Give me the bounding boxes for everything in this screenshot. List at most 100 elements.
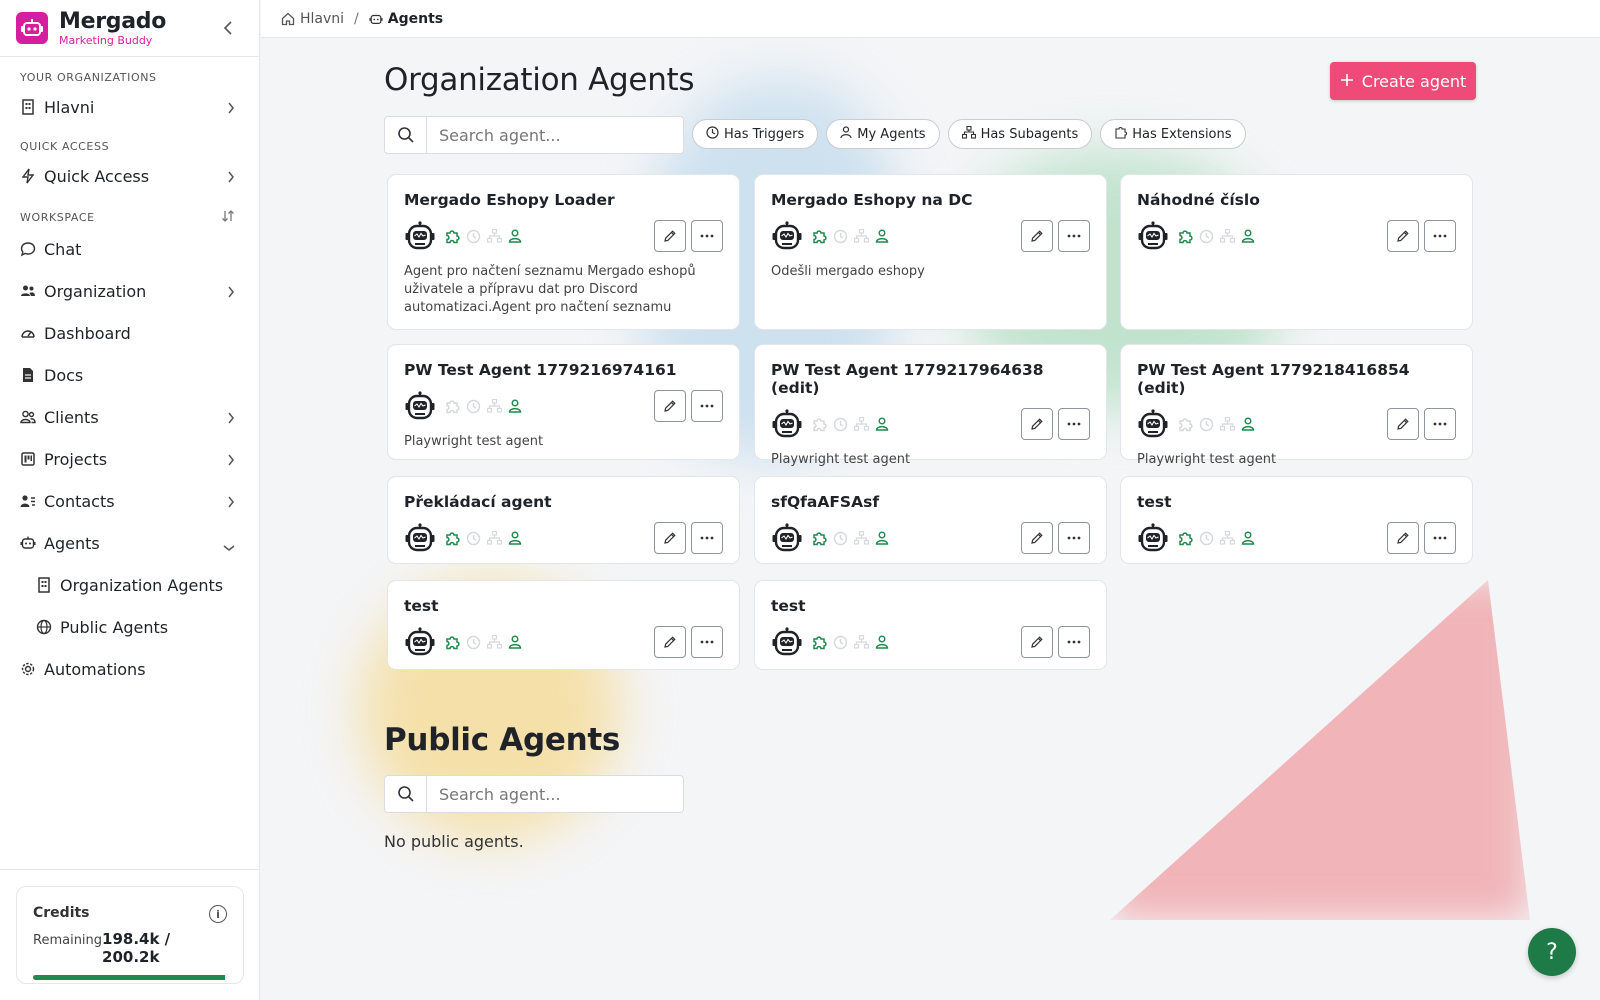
extension-icon (444, 228, 460, 244)
agent-card[interactable]: Náhodné číslo (1120, 174, 1473, 330)
agent-more-button[interactable] (691, 626, 723, 658)
breadcrumb-home[interactable]: Hlavni (281, 11, 344, 27)
sidebar-item-organization[interactable]: Organization (0, 270, 259, 312)
trigger-clock-icon (1198, 530, 1214, 546)
edit-agent-button[interactable] (1387, 220, 1419, 252)
sidebar-item-agents[interactable]: Agents (0, 522, 259, 564)
help-button[interactable]: ? (1528, 928, 1576, 976)
sidebar-item-hlavni[interactable]: Hlavni (0, 86, 259, 128)
extension-icon (811, 530, 827, 546)
agent-more-button[interactable] (1424, 408, 1456, 440)
sidebar-item-chat[interactable]: Chat (0, 228, 259, 270)
agent-card[interactable]: test (754, 580, 1107, 670)
edit-agent-button[interactable] (1387, 522, 1419, 554)
credits-progress-fill (33, 975, 226, 980)
agent-more-button[interactable] (1424, 220, 1456, 252)
robot-avatar-icon (771, 408, 811, 440)
sidebar-item-dashboard[interactable]: Dashboard (0, 312, 259, 354)
pencil-icon (1030, 417, 1044, 431)
agent-more-button[interactable] (1058, 522, 1090, 554)
more-dots-icon (1433, 234, 1447, 238)
filter-has-extensions[interactable]: Has Extensions (1100, 119, 1246, 149)
agent-card[interactable]: Mergado Eshopy Loader Agent pro načtení s… (387, 174, 740, 330)
agent-card[interactable]: Mergado Eshopy na DC Odešli mergado eshop… (754, 174, 1107, 330)
edit-agent-button[interactable] (654, 390, 686, 422)
sidebar-item-label: Projects (44, 449, 108, 469)
credits-progress-bar (33, 975, 227, 980)
edit-agent-button[interactable] (1387, 408, 1419, 440)
credits-panel: Credits i Remaining 198.4k / 200.2k (16, 886, 244, 984)
pencil-icon (663, 635, 677, 649)
section-label-workspace: WORKSPACE (0, 209, 259, 226)
trigger-clock-icon (832, 530, 848, 546)
sidebar-item-automations[interactable]: Automations (0, 648, 259, 690)
search-icon (385, 776, 427, 812)
search-input[interactable] (427, 117, 683, 153)
agent-more-button[interactable] (1424, 522, 1456, 554)
plus-icon (1340, 72, 1354, 91)
robot-avatar-icon (771, 626, 811, 658)
agent-card[interactable]: PW Test Agent 1779218416854 (edit) Playwr… (1120, 344, 1473, 467)
sidebar-item-public-agents[interactable]: Public Agents (0, 606, 259, 648)
filter-label: Has Extensions (1132, 126, 1232, 142)
building-icon (36, 577, 52, 593)
edit-agent-button[interactable] (654, 220, 686, 252)
edit-agent-button[interactable] (654, 626, 686, 658)
sidebar-item-label: Dashboard (44, 323, 131, 343)
sidebar-item-label: Agents (44, 533, 100, 553)
agent-card[interactable]: sfQfaAFSAsf (754, 476, 1107, 564)
sidebar-item-docs[interactable]: Docs (0, 354, 259, 396)
robot-logo-icon (16, 12, 48, 44)
sidebar-item-clients[interactable]: Clients (0, 396, 259, 438)
edit-agent-button[interactable] (1021, 522, 1053, 554)
agent-card[interactable]: test (1120, 476, 1473, 564)
sidebar-item-label: Docs (44, 365, 84, 385)
agent-more-button[interactable] (691, 220, 723, 252)
sidebar-item-organization-agents[interactable]: Organization Agents (0, 564, 259, 606)
sidebar-item-contacts[interactable]: Contacts (0, 480, 259, 522)
filter-chips: Has Triggers My Agents Has Subagents Has… (692, 119, 1246, 149)
edit-agent-button[interactable] (1021, 408, 1053, 440)
edit-agent-button[interactable] (654, 522, 686, 554)
kanban-icon (20, 451, 36, 467)
public-search-input[interactable] (427, 776, 683, 812)
edit-agent-button[interactable] (1021, 220, 1053, 252)
subagents-icon (486, 228, 502, 244)
extension-icon (1177, 228, 1193, 244)
robot-avatar-icon (404, 626, 444, 658)
agent-card[interactable]: Překládací agent (387, 476, 740, 564)
filter-has-triggers[interactable]: Has Triggers (692, 119, 819, 149)
search-icon (385, 117, 427, 153)
public-agent-search (384, 775, 684, 813)
globe-icon (36, 619, 52, 635)
agent-more-button[interactable] (1058, 626, 1090, 658)
agent-name: Mergado Eshopy Loader (404, 191, 615, 209)
sidebar-item-label: Automations (44, 659, 146, 679)
breadcrumb-current-label: Agents (387, 10, 444, 27)
agent-more-button[interactable] (691, 390, 723, 422)
agent-card[interactable]: test (387, 580, 740, 670)
agent-description: Odešli mergado eshopy (771, 264, 925, 279)
sidebar-item-projects[interactable]: Projects (0, 438, 259, 480)
agent-card[interactable]: PW Test Agent 1779217964638 (edit) Playwr… (754, 344, 1107, 467)
create-agent-button[interactable]: Create agent (1330, 62, 1476, 100)
agent-more-button[interactable] (1058, 220, 1090, 252)
sidebar-item-quick-access[interactable]: Quick Access (0, 155, 259, 197)
robot-avatar-icon (1137, 408, 1177, 440)
info-icon[interactable]: i (209, 905, 227, 923)
section-label-organizations: YOUR ORGANIZATIONS (20, 71, 157, 84)
extension-icon (811, 416, 827, 432)
filter-has-subagents[interactable]: Has Subagents (947, 119, 1093, 149)
sort-icon[interactable] (221, 209, 235, 226)
agent-more-button[interactable] (1058, 408, 1090, 440)
sidebar-item-label: Contacts (44, 491, 115, 511)
brand: Mergado Marketing Buddy (0, 0, 259, 57)
hierarchy-icon (961, 125, 976, 143)
collapse-sidebar-button[interactable] (219, 19, 237, 37)
agent-card[interactable]: PW Test Agent 1779216974161 Playwright te… (387, 344, 740, 460)
edit-agent-button[interactable] (1021, 626, 1053, 658)
filter-my-agents[interactable]: My Agents (826, 119, 940, 149)
agent-more-button[interactable] (691, 522, 723, 554)
credits-value: 198.4k / 200.2k (102, 930, 171, 966)
robot-icon (369, 12, 383, 26)
